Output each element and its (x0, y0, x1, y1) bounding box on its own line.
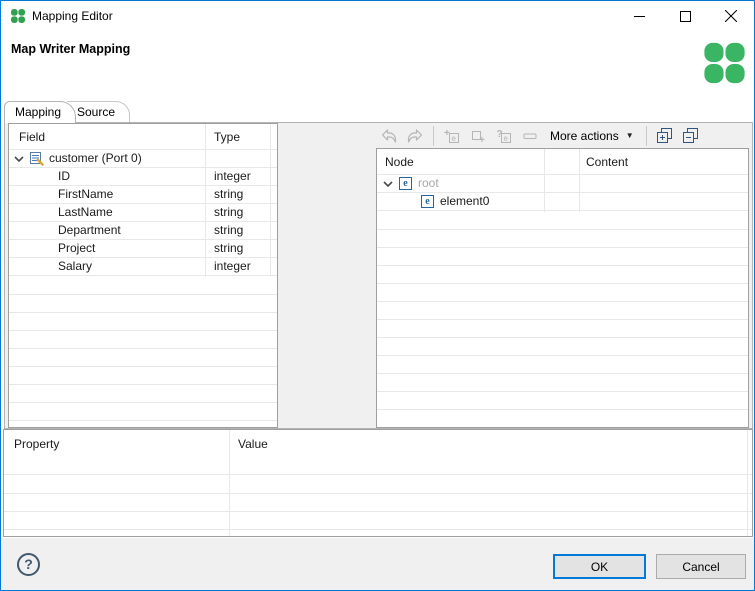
add-sibling-element-icon: + (472, 130, 485, 144)
add-child-element-icon: + e (444, 128, 459, 143)
column-header-type[interactable]: Type (214, 130, 240, 144)
column-header-content[interactable]: Content (586, 155, 628, 169)
cancel-button[interactable]: Cancel (656, 554, 746, 579)
chevron-down-icon[interactable] (13, 155, 25, 164)
property-row-divider (4, 474, 752, 475)
column-header-field[interactable]: Field (19, 130, 45, 144)
tree-item-customer[interactable]: customer (Port 0) (9, 150, 277, 168)
window-title: Mapping Editor (32, 9, 113, 23)
ok-button[interactable]: OK (553, 554, 646, 579)
tree-item-root[interactable]: e root (377, 175, 748, 193)
field-type: string (214, 205, 244, 219)
tree-item-element0[interactable]: e element0 (377, 193, 748, 211)
property-row-divider (4, 529, 752, 530)
field-row[interactable]: Project string (9, 240, 277, 258)
field-type: string (214, 187, 244, 201)
property-table: Property Value (3, 429, 753, 537)
column-header-property[interactable]: Property (14, 437, 59, 451)
property-row-divider (4, 511, 752, 512)
chevron-down-icon[interactable] (382, 180, 394, 189)
remove-button[interactable] (519, 125, 541, 147)
property-table-divider[interactable] (229, 430, 230, 536)
field-type: integer (214, 169, 251, 183)
field-type: string (214, 223, 244, 237)
field-type: integer (214, 259, 251, 273)
add-wildcard-element-icon: ? e (497, 129, 511, 143)
mapping-editor-dialog: Mapping Editor Map Writer Mapping Mappin… (0, 0, 755, 591)
field-name: ID (58, 169, 70, 183)
tab-source[interactable]: Source (67, 101, 131, 123)
field-type: string (214, 241, 244, 255)
redo-icon (407, 128, 423, 143)
page-title: Map Writer Mapping (11, 42, 131, 56)
button-bar: ? OK Cancel (1, 538, 754, 590)
help-button[interactable]: ? (17, 553, 40, 576)
record-metadata-icon (29, 151, 45, 166)
minimize-icon (633, 15, 645, 17)
more-actions-button[interactable]: More actions ▼ (543, 125, 641, 147)
titlebar[interactable]: Mapping Editor (1, 1, 754, 31)
toolbar-separator (645, 125, 647, 146)
dialog-header: Map Writer Mapping (1, 31, 754, 101)
expand-all-button[interactable] (654, 125, 676, 147)
expand-all-icon (657, 128, 673, 143)
field-table-empty-rows (9, 277, 277, 427)
field-row[interactable]: Department string (9, 222, 277, 240)
minimize-button[interactable] (616, 1, 662, 31)
column-header-value[interactable]: Value (238, 437, 268, 451)
add-child-element-button[interactable]: + e (441, 125, 463, 147)
add-sibling-element-button[interactable]: + (467, 125, 489, 147)
maximize-icon (679, 10, 691, 22)
maximize-button[interactable] (662, 1, 708, 31)
svg-text:+: + (479, 135, 485, 144)
close-icon (725, 10, 737, 22)
close-button[interactable] (708, 1, 754, 31)
tab-mapping[interactable]: Mapping (4, 101, 77, 123)
clover-logo-icon (701, 40, 748, 86)
tree-item-label: root (418, 176, 439, 190)
svg-text:e: e (452, 134, 457, 143)
field-name: Project (58, 241, 96, 255)
element-icon: e (399, 177, 412, 190)
property-row-divider (4, 493, 752, 494)
tree-item-label: element0 (440, 194, 490, 208)
property-table-edge-divider[interactable] (747, 430, 748, 536)
collapse-all-button[interactable] (680, 125, 702, 147)
toolbar-separator (433, 125, 434, 146)
node-table-empty-rows (377, 212, 748, 427)
field-row[interactable]: ID integer (9, 168, 277, 186)
node-toolbar: + e + ? e More actions ▼ (376, 123, 749, 148)
field-name: FirstName (58, 187, 114, 201)
collapse-all-icon (683, 128, 699, 143)
field-table: Field Type customer (Port 0) ID integer (8, 123, 278, 428)
tree-item-label: customer (Port 0) (49, 151, 142, 165)
node-table-header: Node Content (377, 149, 748, 175)
dropdown-arrow-icon: ▼ (625, 131, 634, 140)
field-row[interactable]: FirstName string (9, 186, 277, 204)
field-row[interactable]: LastName string (9, 204, 277, 222)
node-table: Node Content e root e element0 (376, 148, 749, 428)
field-table-header: Field Type (9, 124, 277, 150)
column-header-node[interactable]: Node (385, 155, 414, 169)
field-name: Department (58, 223, 121, 237)
undo-button[interactable] (378, 125, 400, 147)
field-row[interactable]: Salary integer (9, 258, 277, 276)
remove-icon (523, 133, 537, 139)
element-icon: e (421, 195, 434, 208)
add-wildcard-element-button[interactable]: ? e (493, 125, 515, 147)
more-actions-label: More actions (550, 128, 619, 143)
field-name: LastName (58, 205, 113, 219)
field-name: Salary (58, 259, 93, 273)
undo-icon (381, 128, 397, 143)
svg-text:e: e (504, 134, 509, 143)
redo-button[interactable] (404, 125, 426, 147)
clover-app-icon (10, 8, 26, 24)
